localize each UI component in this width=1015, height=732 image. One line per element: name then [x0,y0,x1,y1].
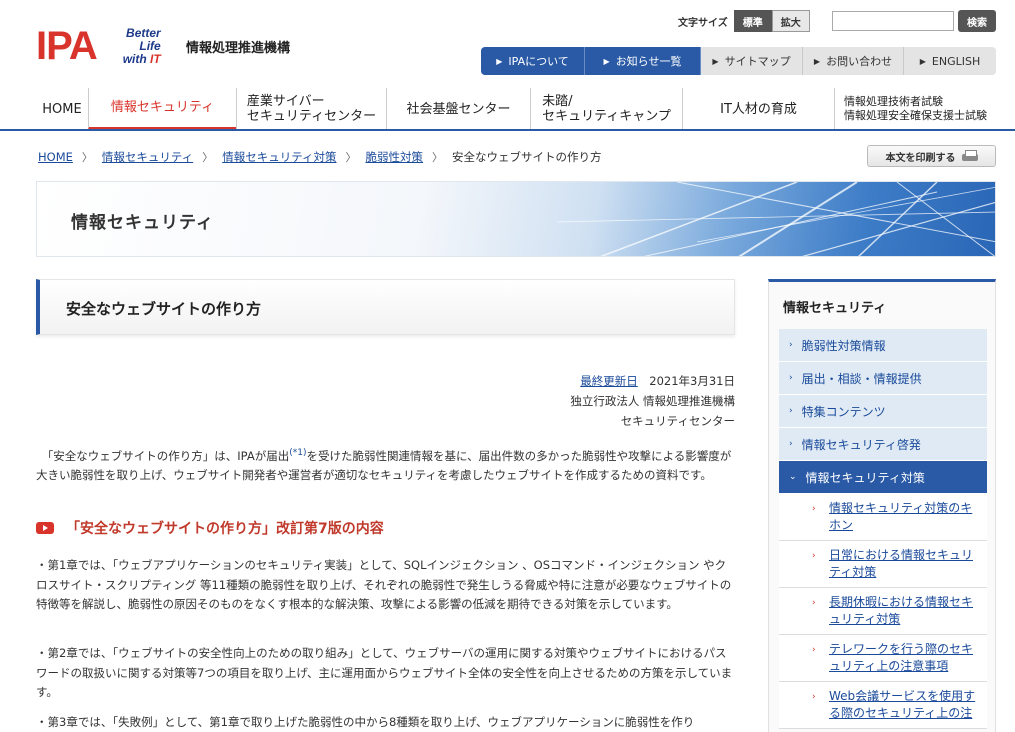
search-input[interactable] [832,11,954,31]
section-banner: 情報セキュリティ [36,181,996,257]
section-heading: 「安全なウェブサイトの作り方」改訂第7版の内容 [36,518,384,538]
chevron-right-icon: › [812,551,816,561]
page-title-box: 安全なウェブサイトの作り方 [36,279,735,335]
sidebar-item-security-measures[interactable]: ⌄ 情報セキュリティ対策 [779,461,987,494]
chapter2-paragraph: ・第2章では、「ウェブサイトの安全性向上のための取り組み」として、ウェブサーバの… [36,646,733,699]
sidebar-item-vulnerability-info[interactable]: › 脆弱性対策情報 [779,329,987,362]
chevron-right-icon: ▶ [603,56,610,66]
sidebar-menu: › 脆弱性対策情報 › 届出・相談・情報提供 › 特集コンテンツ › 情報セキュリティ啓… [779,329,987,729]
chevron-right-icon: ▶ [496,56,503,66]
util-about-ipa[interactable]: ▶ IPAについて [481,47,585,75]
banner-title: 情報セキュリティ [71,213,214,233]
sidebar-subitem-web-meeting[interactable]: › Web会議サービスを使用す る際のセキュリティ上の注 [779,682,987,729]
font-size-switcher: 文字サイズ 標準 拡大 [678,10,810,32]
sidebar-item-featured[interactable]: › 特集コンテンツ [779,395,987,428]
chevron-right-icon: ▶ [813,56,821,66]
search-button[interactable]: 検索 [958,10,996,32]
global-nav: HOME 情報セキュリティ 産業サイバー セキュリティセンター 社会基盤センター … [36,88,996,130]
last-updated-date: 2021年3月31日 [649,374,735,388]
breadcrumb: HOME 〉 情報セキュリティ 〉 情報セキュリティ対策 〉 脆弱性対策 〉 安… [38,149,602,165]
gnav-mitou-camp[interactable]: 未踏/セキュリティキャンプ [530,88,682,130]
util-news-list[interactable]: ▶ お知らせ一覧 [585,47,701,75]
breadcrumb-home[interactable]: HOME [38,150,73,164]
logo-text: IPA [36,24,98,68]
breadcrumb-current: 安全なウェブサイトの作り方 [452,150,602,164]
sidebar-subitem-basics[interactable]: › 情報セキュリティ対策のキ ホン [779,494,987,541]
sidebar-subitem-holiday[interactable]: › 長期休暇における情報セキ ュリティ対策 [779,588,987,635]
sidebar-subitem-daily[interactable]: › 日常における情報セキュリ ティ対策 [779,541,987,588]
breadcrumb-vulnerability[interactable]: 脆弱性対策 [366,149,424,165]
chevron-right-icon: 〉 [81,151,93,164]
font-size-standard-button[interactable]: 標準 [733,10,772,32]
chevron-right-icon: › [812,504,816,514]
gnav-industrial-cyber[interactable]: 産業サイバー セキュリティセンター [236,88,386,130]
chevron-right-icon: ▶ [919,56,926,66]
footnote-link[interactable]: (*1) [289,448,306,458]
chevron-right-icon: › [812,598,816,608]
print-button-label: 本文を印刷する [885,152,956,164]
chevron-right-icon: › [789,373,793,383]
chevron-right-icon: › [812,692,816,702]
gnav-social-infra[interactable]: 社会基盤センター [386,88,530,130]
breadcrumb-info-security[interactable]: 情報セキュリティ [102,149,193,165]
video-icon [36,522,54,534]
chapter3-paragraph: ・第3章では、「失敗例」として、第1章で取り上げた脆弱性の中から8種類を取り上げ… [36,715,695,729]
gnav-home[interactable]: HOME [36,88,88,130]
chevron-right-icon: 〉 [432,151,444,164]
print-button[interactable]: 本文を印刷する [867,145,996,167]
logo-tagline-it: IT [150,51,161,66]
chevron-right-icon: › [812,645,816,655]
font-size-large-button[interactable]: 拡大 [771,10,810,32]
logo-tagline: Better Life with IT [103,25,161,66]
font-size-label: 文字サイズ [678,17,728,29]
util-sitemap[interactable]: ▶ サイトマップ [701,47,803,75]
last-updated-link[interactable]: 最終更新日 [580,374,638,388]
chevron-down-icon: ⌄ [789,472,797,482]
gnav-divider [0,129,1015,131]
sidebar-item-report-consult[interactable]: › 届出・相談・情報提供 [779,362,987,395]
chevron-right-icon: 〉 [202,151,214,164]
breadcrumb-security-measures[interactable]: 情報セキュリティ対策 [222,149,336,165]
ipa-logo[interactable]: IPA Better Life with IT [36,26,161,66]
intro-paragraph: 「安全なウェブサイトの作り方」は、IPAが届出(*1)を受けた脆弱性関連情報を基… [36,448,732,482]
printer-icon [961,150,978,162]
util-english[interactable]: ▶ ENGLISH [904,47,996,75]
utility-nav: ▶ IPAについて ▶ お知らせ一覧 ▶ サイトマップ ▶ お問い合わせ ▶ ENGLIS… [481,47,996,75]
logo-tagline-line2: with IT [122,51,161,66]
chevron-right-icon: › [789,439,793,449]
sidebar-item-awareness[interactable]: › 情報セキュリティ啓発 [779,428,987,461]
sidebar: 情報セキュリティ › 脆弱性対策情報 › 届出・相談・情報提供 › 特集コンテンツ ›… [768,279,996,732]
sidebar-subitem-telework[interactable]: › テレワークを行う際のセキ ュリティ上の注意事項 [779,635,987,682]
sidebar-title: 情報セキュリティ [783,301,887,316]
publisher-line2: セキュリティセンター [620,414,735,428]
util-contact[interactable]: ▶ お問い合わせ [803,47,904,75]
publisher-line1: 独立行政法人 情報処理推進機構 [570,394,735,408]
chevron-right-icon: › [789,340,793,350]
gnav-exams[interactable]: 情報処理技術者試験 情報処理安全確保支援士試験 [834,88,996,130]
chevron-right-icon: › [789,406,793,416]
org-name: 情報処理推進機構 [186,41,291,56]
page-meta: 最終更新日 2021年3月31日 独立行政法人 情報処理推進機構 セキュリティセ… [570,371,735,431]
page-title: 安全なウェブサイトの作り方 [66,300,262,318]
chevron-right-icon: 〉 [345,151,357,164]
gnav-info-security[interactable]: 情報セキュリティ [88,88,236,130]
chapter1-paragraph: ・第1章では、「ウェブアプリケーションのセキュリティ実装」として、SQLインジェ… [36,558,732,611]
logo-tagline-line1: Better Life [126,25,161,53]
chevron-right-icon: ▶ [712,56,719,66]
gnav-it-talent[interactable]: IT人材の育成 [682,88,834,130]
